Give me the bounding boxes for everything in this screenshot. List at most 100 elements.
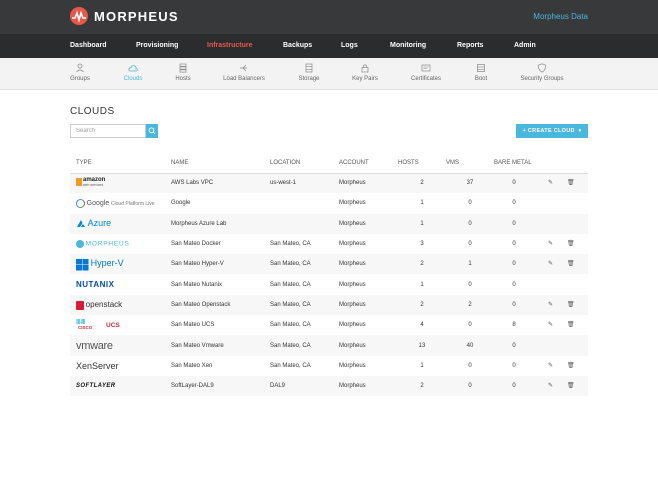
edit-icon[interactable]: ✎ xyxy=(548,363,553,369)
subnav-key-pairs[interactable]: Key Pairs xyxy=(330,63,400,82)
cloud-vms: 40 xyxy=(446,335,494,356)
table-row[interactable]: amazon web services AWS Labs VPC us-west-… xyxy=(70,173,588,194)
morpheus-logo[interactable]: MORPHEUS xyxy=(70,7,179,25)
ucs-logo-text: UCS xyxy=(106,322,120,330)
table-row[interactable]: Google Cloud Platform Live Google Morpheus… xyxy=(70,193,588,213)
table-row[interactable]: Hyper-V San Mateo Hyper-V San Mateo, CA Mor… xyxy=(70,254,588,275)
nav-admin[interactable]: Admin xyxy=(514,42,536,49)
subnav-label: Security Groups xyxy=(520,76,564,82)
header-location[interactable]: LOCATION xyxy=(270,154,339,174)
cloud-name[interactable]: San Mateo Xen xyxy=(171,356,270,376)
table-row[interactable]: NUTANIX San Mateo Nutanix San Mateo, CA Mor… xyxy=(70,274,588,294)
brand-name: MORPHEUS xyxy=(94,8,179,24)
cloud-name[interactable]: San Mateo UCS xyxy=(171,315,270,335)
cloud-location: DAL9 xyxy=(270,375,339,397)
azure-logo: Azure xyxy=(76,218,111,228)
cloud-name[interactable]: Google xyxy=(171,193,270,213)
create-cloud-button[interactable]: + CREATE CLOUD ▾ xyxy=(516,124,588,138)
nav-infrastructure[interactable]: Infrastructure xyxy=(207,42,253,49)
cloud-hosts: 2 xyxy=(398,173,446,194)
subnav-label: Load Balancers xyxy=(223,76,265,82)
cloud-account: Morpheus xyxy=(339,322,366,329)
table-row[interactable]: openstack San Mateo Openstack San Mateo, C… xyxy=(70,294,588,316)
edit-icon[interactable]: ✎ xyxy=(548,261,553,267)
search-button[interactable] xyxy=(146,124,158,138)
create-cloud-label: + CREATE CLOUD xyxy=(522,128,575,134)
row-actions: ✎ 🗑 xyxy=(534,315,588,335)
shield-icon xyxy=(537,63,547,73)
subnav-load-balancers[interactable]: Load Balancers xyxy=(209,63,279,82)
certificate-icon xyxy=(421,64,431,72)
cloud-type-logo: SOFTLAYER xyxy=(70,375,171,397)
search-box xyxy=(70,124,158,138)
tenant-name[interactable]: Morpheus Data xyxy=(533,12,588,21)
cloud-type-logo: openstack xyxy=(70,294,171,316)
header-type[interactable]: TYPE xyxy=(70,154,171,174)
header-bare-metal[interactable]: BARE METAL xyxy=(494,154,534,174)
cloud-name[interactable]: AWS Labs VPC xyxy=(171,173,270,194)
row-actions xyxy=(534,335,588,356)
table-row[interactable]: vmware San Mateo Vmware San Mateo, CA Morph… xyxy=(70,335,588,356)
row-actions: ✎ 🗑 xyxy=(534,294,588,316)
cloud-name[interactable]: San Mateo Nutanix xyxy=(171,274,270,294)
row-actions xyxy=(534,193,588,213)
subnav-hosts[interactable]: Hosts xyxy=(148,63,218,82)
header-hosts[interactable]: HOSTS xyxy=(398,154,446,174)
nav-provisioning[interactable]: Provisioning xyxy=(136,42,178,49)
google-logo-text: Google xyxy=(86,200,110,208)
xenserver-logo: XenServer xyxy=(76,360,119,371)
sub-nav: Groups Clouds Hosts Load Balancers Stora… xyxy=(0,58,658,90)
nav-logs[interactable]: Logs xyxy=(341,42,358,49)
subnav-boot[interactable]: Boot xyxy=(446,63,516,82)
table-row[interactable]: |||||.||||| CISCO UCS San Mateo UCS San Ma… xyxy=(70,315,588,335)
cloud-vms: 0 xyxy=(468,281,472,288)
delete-icon[interactable]: 🗑 xyxy=(567,261,575,267)
subnav-security-groups[interactable]: Security Groups xyxy=(507,63,577,82)
cloud-name[interactable]: Morpheus Azure Lab xyxy=(171,213,270,234)
search-input[interactable] xyxy=(70,124,146,138)
nav-backups[interactable]: Backups xyxy=(283,42,312,49)
cloud-type-logo: Azure xyxy=(70,213,171,234)
cloud-type-logo: amazon web services xyxy=(70,173,171,194)
cisco-ucs-logo: |||||.||||| CISCO UCS xyxy=(76,319,120,331)
cloud-location: San Mateo, CA xyxy=(270,362,311,369)
row-actions xyxy=(534,274,588,294)
cloud-name[interactable]: San Mateo Openstack xyxy=(171,294,270,316)
edit-icon[interactable]: ✎ xyxy=(548,180,553,186)
nav-reports[interactable]: Reports xyxy=(457,42,483,49)
edit-icon[interactable]: ✎ xyxy=(548,302,553,308)
cloud-vms: 37 xyxy=(446,173,494,194)
edit-icon[interactable]: ✎ xyxy=(548,383,553,389)
nutanix-logo: NUTANIX xyxy=(76,280,114,289)
cloud-name[interactable]: San Mateo Vmware xyxy=(171,335,270,356)
top-bar: MORPHEUS Morpheus Data xyxy=(0,0,658,34)
header-vms[interactable]: VMS xyxy=(446,154,494,174)
cloud-account: Morpheus xyxy=(339,335,398,356)
nav-monitoring[interactable]: Monitoring xyxy=(390,42,426,49)
delete-icon[interactable]: 🗑 xyxy=(567,180,575,186)
cloud-name[interactable]: San Mateo Hyper-V xyxy=(171,254,270,275)
header-name[interactable]: NAME xyxy=(171,154,270,174)
cloud-location: San Mateo, CA xyxy=(270,322,311,329)
table-row[interactable]: SOFTLAYER SoftLayer-DAL9 DAL9 Morpheus 2 0 0 ✎ 🗑 xyxy=(70,375,588,397)
main-nav: Dashboard Provisioning Infrastructure Ba… xyxy=(0,34,658,58)
edit-icon[interactable]: ✎ xyxy=(548,241,553,247)
delete-icon[interactable]: 🗑 xyxy=(567,383,575,389)
cloud-name[interactable]: SoftLayer-DAL9 xyxy=(171,375,270,397)
delete-icon[interactable]: 🗑 xyxy=(567,322,575,328)
table-row[interactable]: Azure Morpheus Azure Lab Morpheus 1 0 0 xyxy=(70,213,588,234)
cloud-location: San Mateo, CA xyxy=(270,281,311,288)
nav-dashboard[interactable]: Dashboard xyxy=(70,42,107,49)
cloud-name[interactable]: San Mateo Docker xyxy=(171,234,270,254)
table-row[interactable]: XenServer San Mateo Xen San Mateo, CA Morph… xyxy=(70,356,588,376)
xenserver-logo-text: XenServer xyxy=(76,360,119,371)
edit-icon[interactable]: ✎ xyxy=(548,322,553,328)
table-row[interactable]: MORPHEUS San Mateo Docker San Mateo, CA Mor… xyxy=(70,234,588,254)
delete-icon[interactable]: 🗑 xyxy=(567,241,575,247)
softlayer-logo-text: SOFTLAYER xyxy=(76,382,116,389)
cloud-hosts: 1 xyxy=(398,213,446,234)
cloud-vms: 1 xyxy=(446,254,494,275)
header-account[interactable]: ACCOUNT xyxy=(339,154,398,174)
delete-icon[interactable]: 🗑 xyxy=(567,363,575,369)
delete-icon[interactable]: 🗑 xyxy=(567,302,575,308)
